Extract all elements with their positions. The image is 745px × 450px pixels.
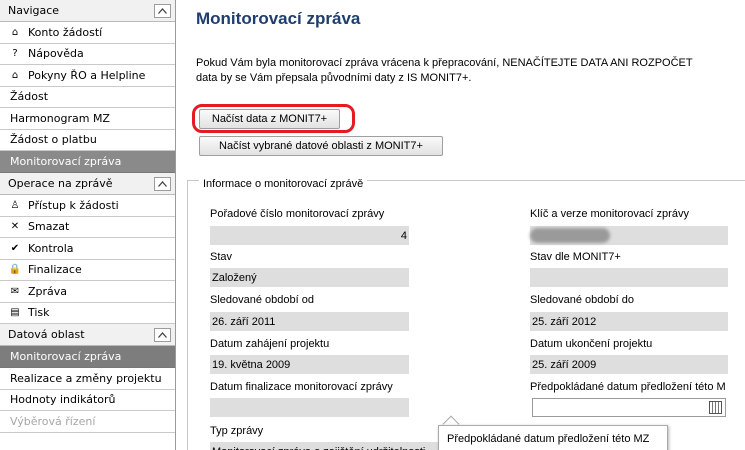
sidebar-item-ops_items-4[interactable]: ✉ Zpráva	[0, 281, 175, 303]
sidebar-item-ops_items-2[interactable]: ✔ Kontrola	[0, 238, 175, 260]
intro-line-2: data by se Vám přepsala původními daty z…	[196, 72, 472, 84]
sidebar-item-ops_items-3[interactable]: 🔒 Finalizace	[0, 260, 175, 281]
project-start-label: Datum zahájení projektu	[210, 338, 330, 350]
sidebar-item-label: Pokyny ŘO a Helpline	[28, 68, 146, 82]
sidebar-item-label: Finalizace	[28, 263, 82, 277]
state-label: Stav	[210, 251, 233, 263]
expected-date-input[interactable]	[532, 398, 726, 417]
sidebar: Navigace ⌂ Konto žádostí? Nápověda ⌂ Pokyny …	[0, 0, 176, 450]
sidebar-item-monitoring-report[interactable]: Monitorovací zpráva	[0, 346, 175, 368]
nav-header-label: Navigace	[8, 4, 60, 17]
ops-header-label: Operace na zprávě	[8, 177, 113, 190]
report-type-label: Typ zprávy	[210, 425, 264, 437]
period-from-value: 26. září 2011	[210, 312, 409, 331]
calendar-icon[interactable]	[709, 401, 722, 414]
sidebar-item-plain_items-1[interactable]: Harmonogram MZ	[0, 108, 175, 130]
finalize-date-label: Datum finalizace monitorovací zprávy	[210, 381, 393, 393]
highlight-annotation	[192, 104, 355, 133]
ops-header[interactable]: Operace na zprávě	[0, 173, 175, 195]
sidebar-item-data_items-0[interactable]: Realizace a změny projektu	[0, 368, 175, 390]
lock-icon: 🔒	[8, 264, 22, 276]
sidebar-item-ops_items-0[interactable]: ♙ Přístup k žádosti	[0, 195, 175, 217]
mail-icon: ✉	[10, 285, 20, 297]
print-icon: ▤	[10, 307, 20, 319]
project-end-value: 25. září 2009	[530, 355, 728, 374]
period-from-label: Sledované období od	[210, 294, 314, 306]
order-number-label: Pořadové číslo monitorovací zprávy	[210, 208, 385, 220]
sidebar-item-label: Přístup k žádosti	[28, 198, 119, 212]
sidebar-item-label: Konto žádostí	[28, 25, 103, 39]
redacted-mark	[530, 228, 610, 243]
home-icon: ⌂	[11, 69, 19, 81]
load-selected-areas-button[interactable]: Načíst vybrané datové oblasti z MONIT7+	[199, 136, 443, 156]
sidebar-item-plain_items-2[interactable]: Žádost o platbu	[0, 130, 175, 151]
check-icon: ✔	[10, 242, 20, 254]
section-monitoring-report[interactable]: Monitorovací zpráva	[0, 151, 175, 173]
expected-date-tooltip: Předpokládané datum předložení této MZ	[438, 425, 668, 450]
data-area-header-label: Datová oblast	[8, 328, 85, 341]
intro-text: Pokud Vám byla monitorovací zpráva vráce…	[196, 56, 745, 86]
sidebar-item-label: Kontrola	[28, 241, 74, 255]
sidebar-item-ops_items-5[interactable]: ▤ Tisk	[0, 303, 175, 324]
report-type-value: Monitorovací zpráva o zajištění udržitel…	[210, 442, 440, 450]
data-area-header[interactable]: Datová oblast	[0, 324, 175, 346]
report-key-label: Klíč a verze monitorovací zprávy	[530, 208, 689, 220]
report-key-value	[530, 226, 728, 245]
sidebar-item-label: Tisk	[28, 306, 50, 320]
finalize-date-value	[210, 398, 409, 417]
project-start-value: 19. května 2009	[210, 355, 409, 374]
order-number-value: 4	[210, 226, 409, 245]
home-icon: ⌂	[11, 26, 19, 38]
sidebar-item-procurement: Výběrová řízení	[0, 411, 175, 433]
monit-state-label: Stav dle MONIT7+	[530, 251, 621, 263]
period-to-label: Sledované období do	[530, 294, 634, 306]
sidebar-item-plain_items-0[interactable]: Žádost	[0, 87, 175, 108]
delete-icon: ✕	[10, 221, 20, 233]
period-to-value: 25. září 2012	[530, 312, 728, 331]
sidebar-item-nav_items-2[interactable]: ⌂ Pokyny ŘO a Helpline	[0, 65, 175, 87]
sidebar-item-label: Zpráva	[28, 284, 68, 298]
sidebar-item-nav_items-0[interactable]: ⌂ Konto žádostí	[0, 22, 175, 44]
panel-legend: Informace o monitorovací zprávě	[199, 178, 368, 190]
sidebar-item-label: Smazat	[28, 220, 70, 234]
help-icon: ?	[12, 48, 18, 60]
sidebar-item-label: Nápověda	[28, 47, 84, 61]
collapse-icon[interactable]	[154, 3, 171, 18]
sidebar-item-nav_items-1[interactable]: ? Nápověda	[0, 44, 175, 65]
nav-header[interactable]: Navigace	[0, 0, 175, 22]
state-value: Založený	[210, 268, 409, 287]
sidebar-item-ops_items-1[interactable]: ✕ Smazat	[0, 217, 175, 238]
person-icon: ♙	[10, 199, 20, 211]
expected-date-label: Předpokládané datum předložení této M	[530, 381, 726, 393]
intro-line-1: Pokud Vám byla monitorovací zpráva vráce…	[196, 57, 693, 69]
sidebar-item-data_items-1[interactable]: Hodnoty indikátorů	[0, 390, 175, 411]
main-content: Monitorovací zpráva Pokud Vám byla monit…	[177, 0, 745, 450]
project-end-label: Datum ukončení projektu	[530, 338, 653, 350]
collapse-icon[interactable]	[154, 176, 171, 191]
monit-state-value	[530, 268, 728, 287]
collapse-icon[interactable]	[154, 327, 171, 342]
page-title: Monitorovací zpráva	[196, 9, 361, 28]
